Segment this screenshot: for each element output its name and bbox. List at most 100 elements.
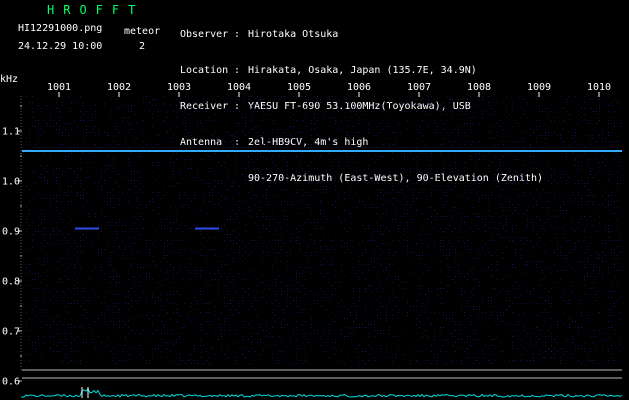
noise-dot (431, 312, 432, 313)
noise-dot (599, 255, 600, 256)
noise-dot (611, 240, 612, 241)
noise-dot (608, 120, 609, 121)
noise-dot (491, 297, 492, 298)
noise-dot (581, 300, 582, 301)
noise-dot (476, 339, 477, 340)
noise-dot (113, 276, 114, 277)
noise-dot (362, 318, 363, 319)
noise-dot (479, 285, 480, 286)
noise-dot (218, 294, 219, 295)
noise-dot (443, 246, 444, 247)
noise-dot (548, 192, 549, 193)
noise-dot (563, 210, 564, 211)
noise-dot (242, 300, 243, 301)
noise-dot (284, 210, 285, 211)
noise-dot (536, 120, 537, 121)
noise-dot (521, 132, 522, 133)
noise-dot (146, 264, 147, 265)
noise-dot (548, 162, 549, 163)
noise-dot (260, 201, 261, 202)
noise-dot (218, 225, 219, 226)
noise-dot (614, 303, 615, 304)
noise-dot (467, 198, 468, 199)
noise-dot (347, 135, 348, 136)
noise-dot (77, 309, 78, 310)
noise-dot (506, 144, 507, 145)
noise-dot (368, 336, 369, 337)
noise-dot (599, 162, 600, 163)
noise-dot (116, 198, 117, 199)
noise-dot (518, 288, 519, 289)
noise-dot (206, 321, 207, 322)
noise-dot (500, 126, 501, 127)
noise-dot (371, 180, 372, 181)
noise-dot (68, 201, 69, 202)
noise-dot (551, 345, 552, 346)
noise-dot (257, 126, 258, 127)
noise-dot (368, 270, 369, 271)
noise-dot (242, 282, 243, 283)
noise-dot (86, 162, 87, 163)
noise-dot (77, 261, 78, 262)
noise-dot (47, 270, 48, 271)
noise-dot (362, 174, 363, 175)
noise-dot (152, 117, 153, 118)
noise-dot (338, 165, 339, 166)
noise-dot (584, 267, 585, 268)
noise-dot (494, 144, 495, 145)
noise-dot (26, 312, 27, 313)
noise-dot (62, 342, 63, 343)
noise-dot (494, 180, 495, 181)
noise-dot (359, 291, 360, 292)
noise-dot (506, 210, 507, 211)
noise-dot (530, 294, 531, 295)
noise-dot (131, 246, 132, 247)
noise-dot (263, 108, 264, 109)
noise-dot (458, 288, 459, 289)
noise-dot (170, 159, 171, 160)
noise-dot (125, 249, 126, 250)
noise-dot (590, 237, 591, 238)
noise-dot (548, 336, 549, 337)
noise-dot (173, 138, 174, 139)
noise-dot (467, 225, 468, 226)
noise-dot (188, 273, 189, 274)
noise-dot (539, 108, 540, 109)
noise-dot (407, 228, 408, 229)
noise-dot (557, 327, 558, 328)
noise-dot (284, 357, 285, 358)
noise-dot (278, 291, 279, 292)
noise-dot (554, 171, 555, 172)
noise-dot (353, 135, 354, 136)
noise-dot (386, 192, 387, 193)
noise-dot (185, 96, 186, 97)
noise-dot (509, 237, 510, 238)
noise-dot (146, 141, 147, 142)
noise-dot (506, 309, 507, 310)
noise-dot (212, 189, 213, 190)
noise-dot (59, 126, 60, 127)
noise-dot (374, 321, 375, 322)
noise-dot (335, 315, 336, 316)
noise-dot (476, 153, 477, 154)
noise-dot (485, 255, 486, 256)
noise-dot (509, 267, 510, 268)
noise-dot (170, 216, 171, 217)
noise-dot (476, 216, 477, 217)
noise-dot (290, 288, 291, 289)
noise-dot (176, 165, 177, 166)
noise-dot (587, 123, 588, 124)
noise-dot (206, 360, 207, 361)
noise-dot (542, 228, 543, 229)
noise-dot (41, 357, 42, 358)
noise-dot (242, 222, 243, 223)
noise-dot (170, 243, 171, 244)
noise-dot (365, 306, 366, 307)
noise-dot (185, 162, 186, 163)
noise-dot (365, 348, 366, 349)
noise-dot (449, 249, 450, 250)
noise-dot (200, 210, 201, 211)
noise-dot (140, 213, 141, 214)
noise-dot (152, 357, 153, 358)
noise-dot (503, 321, 504, 322)
